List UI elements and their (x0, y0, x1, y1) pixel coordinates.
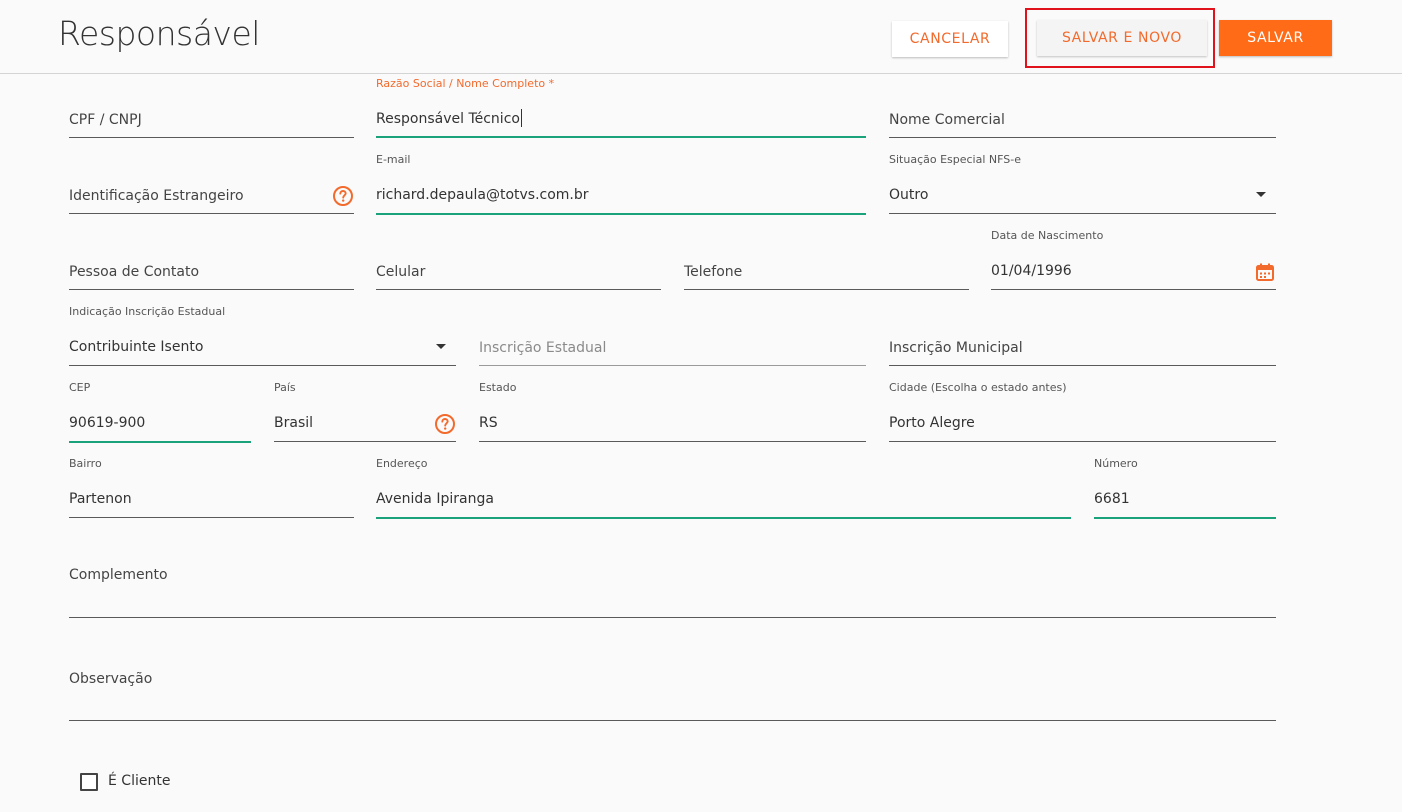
observacao-field[interactable]: Observação (69, 664, 1276, 721)
razao-social-field[interactable]: Razão Social / Nome Completo * Responsáv… (376, 77, 866, 138)
estado-value: RS (479, 415, 498, 431)
indicacao-ie-label: Indicação Inscrição Estadual (69, 305, 226, 318)
bairro-value: Partenon (69, 491, 132, 507)
estado-field[interactable]: Estado RS (479, 381, 866, 442)
identificacao-estrangeiro-placeholder: Identificação Estrangeiro (69, 188, 244, 204)
pessoa-contato-placeholder: Pessoa de Contato (69, 264, 200, 280)
page-header: Responsável CANCELAR SALVAR E NOVO SALVA… (0, 0, 1402, 74)
razao-social-label: Razão Social / Nome Completo * (376, 77, 555, 90)
cpf-cnpj-placeholder: CPF / CNPJ (69, 112, 142, 128)
cancel-button[interactable]: CANCELAR (892, 21, 1008, 57)
endereco-field[interactable]: Endereço Avenida Ipiranga (376, 457, 1071, 519)
cep-field[interactable]: CEP 90619-900 (69, 381, 251, 443)
inscricao-estadual-field: Inscrição Estadual (479, 332, 866, 366)
inscricao-municipal-field[interactable]: Inscrição Municipal (889, 332, 1276, 366)
pais-field[interactable]: País Brasil (274, 381, 456, 442)
pessoa-contato-field[interactable]: Pessoa de Contato (69, 256, 354, 290)
bairro-field[interactable]: Bairro Partenon (69, 457, 354, 518)
estado-label: Estado (479, 381, 517, 394)
email-label: E-mail (376, 153, 411, 166)
data-nascimento-value: 01/04/1996 (991, 263, 1072, 279)
data-nascimento-field[interactable]: Data de Nascimento 01/04/1996 (991, 229, 1276, 290)
chevron-down-icon (436, 344, 446, 349)
e-cliente-label[interactable]: É Cliente (108, 773, 170, 789)
help-circle-icon[interactable] (332, 185, 354, 207)
data-nascimento-label: Data de Nascimento (991, 229, 1104, 242)
cidade-field[interactable]: Cidade (Escolha o estado antes) Porto Al… (889, 381, 1276, 442)
identificacao-estrangeiro-field[interactable]: Identificação Estrangeiro (69, 180, 354, 214)
pais-label: País (274, 381, 296, 394)
situacao-especial-select[interactable]: Situação Especial NFS-e Outro (889, 153, 1276, 214)
telefone-field[interactable]: Telefone (684, 256, 969, 290)
nome-comercial-placeholder: Nome Comercial (889, 112, 1005, 128)
telefone-placeholder: Telefone (684, 264, 743, 280)
endereco-label: Endereço (376, 457, 428, 470)
celular-field[interactable]: Celular (376, 256, 661, 290)
observacao-placeholder: Observação (69, 671, 153, 687)
save-and-new-button[interactable]: SALVAR E NOVO (1037, 20, 1207, 56)
help-circle-icon[interactable] (434, 413, 456, 435)
complemento-field[interactable]: Complemento (69, 560, 1276, 618)
numero-field[interactable]: Número 6681 (1094, 457, 1276, 519)
indicacao-ie-value: Contribuinte Isento (69, 339, 204, 355)
cpf-cnpj-field[interactable]: CPF / CNPJ (69, 104, 354, 138)
cidade-value: Porto Alegre (889, 415, 975, 431)
text-caret (520, 109, 522, 127)
cep-value: 90619-900 (69, 415, 146, 431)
save-button[interactable]: SALVAR (1219, 20, 1332, 56)
cidade-label: Cidade (Escolha o estado antes) (889, 381, 1067, 394)
celular-placeholder: Celular (376, 264, 426, 280)
endereco-value: Avenida Ipiranga (376, 491, 494, 507)
pais-value: Brasil (274, 415, 314, 431)
inscricao-municipal-placeholder: Inscrição Municipal (889, 340, 1023, 356)
cep-label: CEP (69, 381, 91, 394)
nome-comercial-field[interactable]: Nome Comercial (889, 104, 1276, 138)
email-field[interactable]: E-mail richard.depaula@totvs.com.br (376, 153, 866, 215)
chevron-down-icon (1256, 192, 1266, 197)
numero-value: 6681 (1094, 491, 1130, 507)
complemento-placeholder: Complemento (69, 567, 168, 583)
numero-label: Número (1094, 457, 1138, 470)
situacao-especial-label: Situação Especial NFS-e (889, 153, 1021, 166)
razao-social-value: Responsável Técnico (376, 111, 520, 127)
indicacao-ie-select[interactable]: Indicação Inscrição Estadual Contribuint… (69, 305, 456, 366)
calendar-icon[interactable] (1255, 262, 1275, 282)
e-cliente-checkbox[interactable] (80, 773, 98, 791)
page-title: Responsável (58, 14, 260, 53)
situacao-especial-value: Outro (889, 187, 929, 203)
email-value: richard.depaula@totvs.com.br (376, 187, 589, 203)
bairro-label: Bairro (69, 457, 102, 470)
inscricao-estadual-placeholder: Inscrição Estadual (479, 340, 607, 356)
